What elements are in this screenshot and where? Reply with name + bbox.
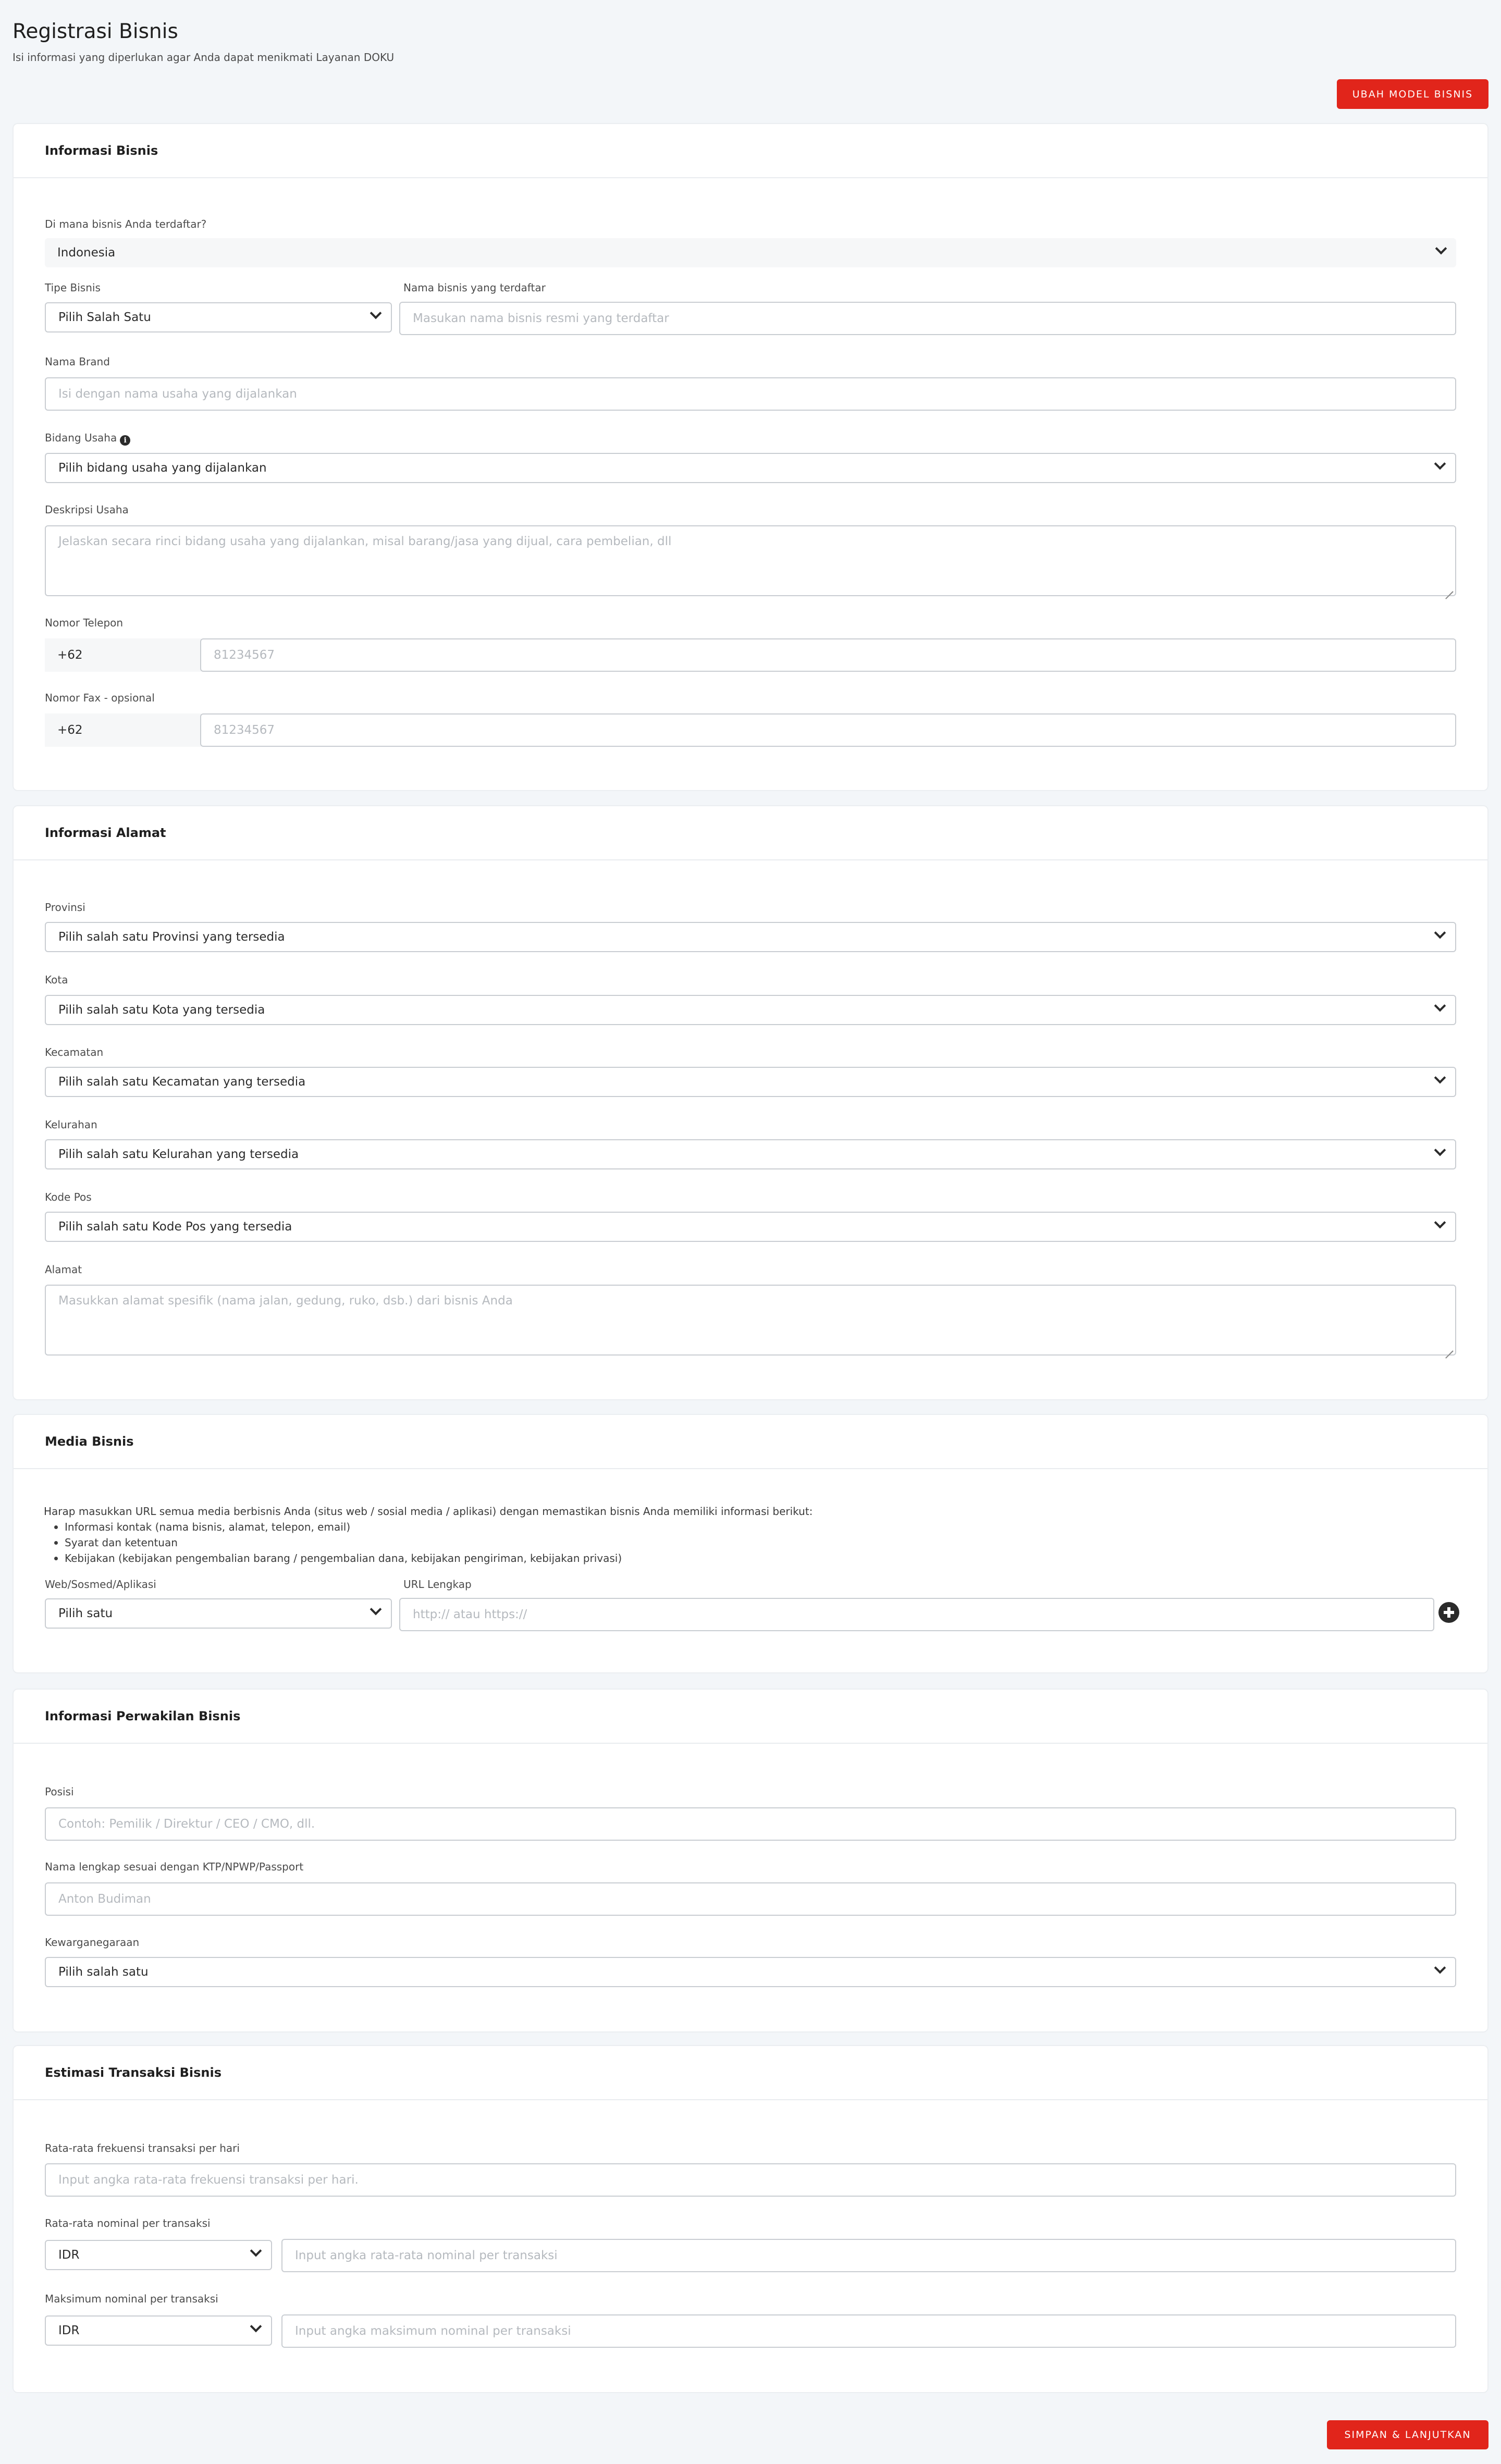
postal-code-select[interactable]: Pilih salah satu Kode Pos yang tersedia [45, 1212, 1456, 1242]
card-title: Informasi Bisnis [45, 143, 158, 158]
phone-label: Nomor Telepon [45, 617, 124, 629]
average-nominal-input[interactable]: Input angka rata-rata nominal per transa… [281, 2239, 1456, 2272]
fax-label: Nomor Fax - opsional [45, 692, 155, 704]
district-label: Kecamatan [45, 1046, 104, 1058]
list-item: Informasi kontak (nama bisnis, alamat, t… [44, 1519, 813, 1535]
city-select[interactable]: Pilih salah satu Kota yang tersedia [45, 995, 1456, 1025]
list-item: Kebijakan (kebijakan pengembalian barang… [44, 1550, 813, 1566]
url-label: URL Lengkap [403, 1578, 472, 1591]
chevron-down-icon [1434, 1218, 1446, 1230]
business-name-label: Nama bisnis yang terdaftar [403, 281, 546, 294]
add-media-icon[interactable] [1438, 1602, 1459, 1623]
position-label: Posisi [45, 1785, 74, 1798]
media-instructions: Harap masukkan URL semua media berbisnis… [44, 1504, 813, 1566]
fullname-label: Nama lengkap sesuai dengan KTP/NPWP/Pass… [45, 1861, 304, 1873]
card-title: Estimasi Transaksi Bisnis [45, 2065, 222, 2080]
maximum-nominal-input[interactable]: Input angka maksimum nominal per transak… [281, 2314, 1456, 2348]
chevron-down-icon [370, 1605, 382, 1617]
card-header: Media Bisnis [14, 1415, 1487, 1469]
chevron-down-icon [370, 309, 382, 321]
chevron-down-icon [1434, 1146, 1446, 1157]
list-item: Syarat dan ketentuan [44, 1535, 813, 1550]
chevron-down-icon [1434, 1074, 1446, 1085]
chevron-down-icon [250, 2322, 262, 2334]
chevron-down-icon [250, 2247, 262, 2258]
village-label: Kelurahan [45, 1118, 97, 1131]
media-requirements-list: Informasi kontak (nama bisnis, alamat, t… [44, 1519, 813, 1566]
card-header: Estimasi Transaksi Bisnis [14, 2046, 1487, 2100]
district-select[interactable]: Pilih salah satu Kecamatan yang tersedia [45, 1067, 1456, 1097]
fullname-input[interactable]: Anton Budiman [45, 1882, 1456, 1916]
business-type-label: Tipe Bisnis [45, 281, 101, 294]
fax-prefix: +62 [45, 713, 201, 747]
citizenship-select[interactable]: Pilih salah satu [45, 1957, 1456, 1987]
address-label: Alamat [45, 1263, 82, 1276]
phone-prefix: +62 [45, 638, 201, 672]
business-type-select[interactable]: Pilih Salah Satu [45, 302, 392, 332]
province-label: Provinsi [45, 901, 85, 914]
page-title: Registrasi Bisnis [13, 20, 178, 43]
chevron-down-icon [1434, 929, 1446, 940]
chevron-down-icon [1434, 460, 1446, 471]
average-currency-select[interactable]: IDR [45, 2240, 272, 2270]
business-field-select[interactable]: Pilih bidang usaha yang dijalankan [45, 453, 1456, 483]
average-nominal-label: Rata-rata nominal per transaksi [45, 2217, 211, 2229]
card-title: Informasi Perwakilan Bisnis [45, 1709, 241, 1723]
media-type-select[interactable]: Pilih satu [45, 1598, 392, 1629]
maximum-currency-select[interactable]: IDR [45, 2315, 272, 2346]
position-input[interactable]: Contoh: Pemilik / Direktur / CEO / CMO, … [45, 1807, 1456, 1841]
city-label: Kota [45, 974, 68, 986]
phone-input[interactable]: 81234567 [200, 638, 1456, 672]
change-business-model-button[interactable]: UBAH MODEL BISNIS [1337, 79, 1488, 109]
postal-code-label: Kode Pos [45, 1191, 92, 1203]
country-label: Di mana bisnis Anda terdaftar? [45, 218, 207, 230]
business-name-input[interactable]: Masukan nama bisnis resmi yang terdaftar [399, 302, 1456, 335]
page-subtitle: Isi informasi yang diperlukan agar Anda … [13, 51, 395, 64]
frequency-label: Rata-rata frekuensi transaksi per hari [45, 2142, 240, 2154]
province-select[interactable]: Pilih salah satu Provinsi yang tersedia [45, 922, 1456, 952]
chevron-down-icon [1434, 1964, 1446, 1975]
country-select[interactable]: Indonesia [45, 238, 1456, 267]
frequency-input[interactable]: Input angka rata-rata frekuensi transaks… [45, 2163, 1456, 2197]
brand-input[interactable]: Isi dengan nama usaha yang dijalankan [45, 377, 1456, 411]
card-header: Informasi Perwakilan Bisnis [14, 1690, 1487, 1744]
save-continue-button[interactable]: SIMPAN & LANJUTKAN [1327, 2420, 1488, 2449]
card-header: Informasi Bisnis [14, 124, 1487, 178]
business-field-label: Bidang Usaha i [45, 432, 131, 446]
url-input[interactable]: http:// atau https:// [399, 1598, 1434, 1631]
brand-label: Nama Brand [45, 355, 110, 368]
description-textarea[interactable]: Jelaskan secara rinci bidang usaha yang … [45, 525, 1456, 596]
media-type-label: Web/Sosmed/Aplikasi [45, 1578, 156, 1591]
resize-handle-icon[interactable] [1445, 1344, 1453, 1352]
description-label: Deskripsi Usaha [45, 503, 129, 516]
info-icon[interactable]: i [120, 435, 131, 446]
card-title: Media Bisnis [45, 1434, 134, 1449]
card-header: Informasi Alamat [14, 806, 1487, 860]
resize-handle-icon[interactable] [1445, 585, 1453, 593]
maximum-nominal-label: Maksimum nominal per transaksi [45, 2293, 218, 2305]
card-title: Informasi Alamat [45, 826, 166, 840]
chevron-down-icon [1434, 1002, 1446, 1013]
village-select[interactable]: Pilih salah satu Kelurahan yang tersedia [45, 1139, 1456, 1169]
chevron-down-icon [1435, 244, 1447, 256]
citizenship-label: Kewarganegaraan [45, 1936, 140, 1949]
fax-input[interactable]: 81234567 [200, 713, 1456, 747]
address-textarea[interactable]: Masukkan alamat spesifik (nama jalan, ge… [45, 1285, 1456, 1356]
